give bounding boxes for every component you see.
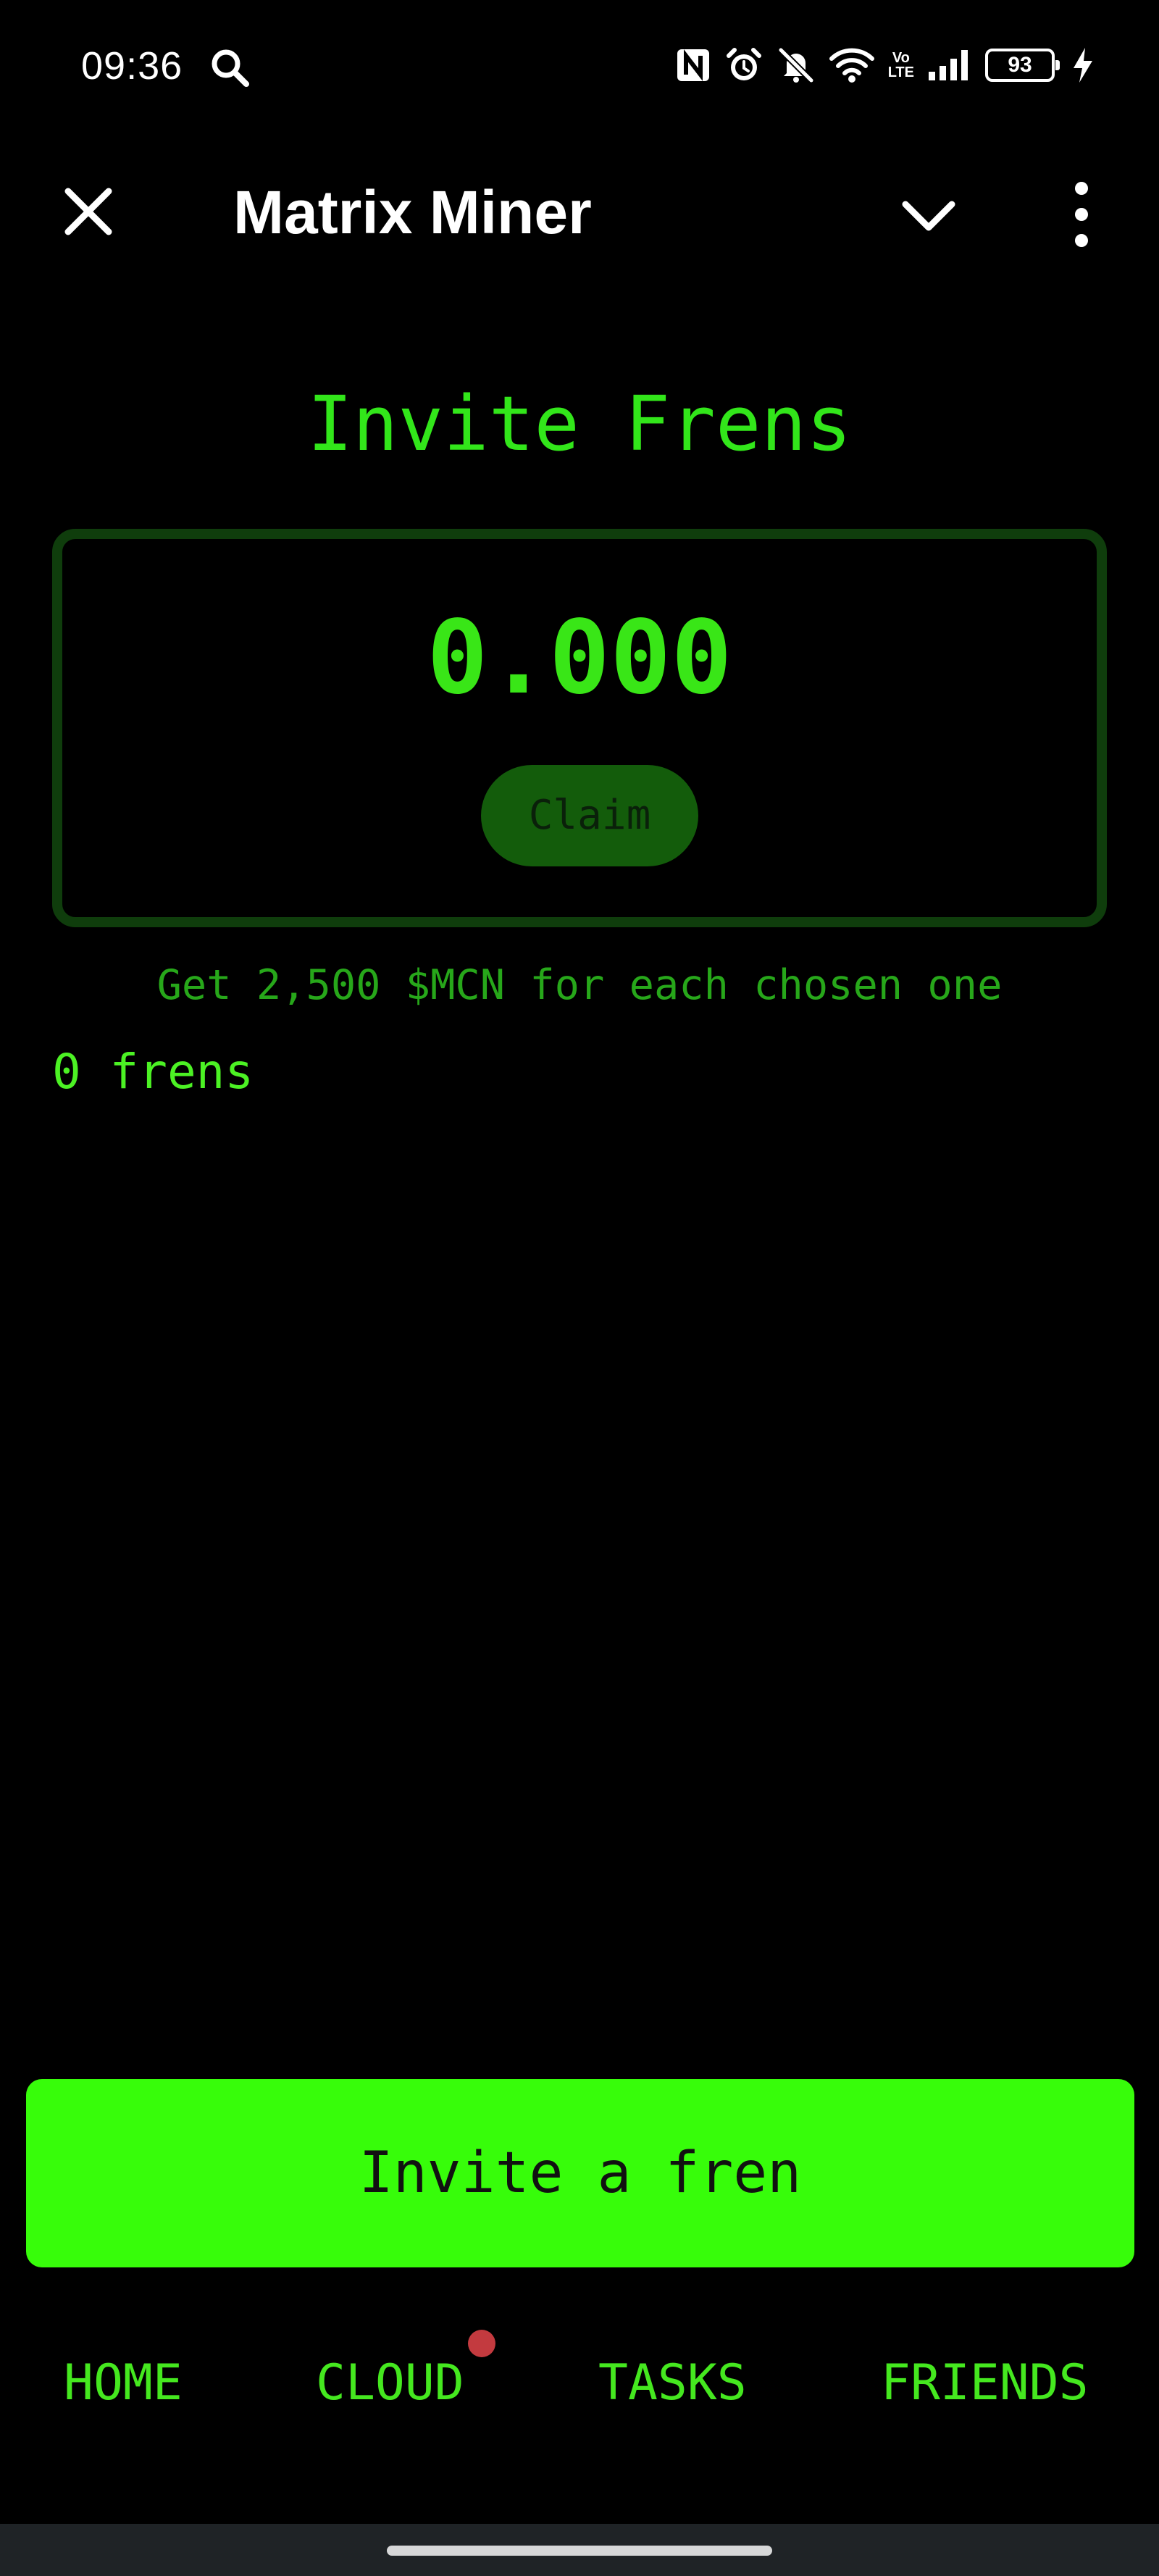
reward-note: Get 2,500 $MCN for each chosen one: [156, 961, 1003, 1009]
mute-icon: [778, 47, 813, 83]
notification-dot: [468, 2330, 495, 2357]
frens-count: 0 frens: [52, 1044, 254, 1100]
invite-fren-button[interactable]: Invite a fren: [26, 2079, 1134, 2267]
page-title: Invite Frens: [307, 380, 852, 468]
claim-amount: 0.000: [427, 599, 732, 717]
status-bar: 09:36 Vo LTE 93: [0, 0, 1159, 138]
nav-cloud[interactable]: CLOUD: [316, 2340, 464, 2427]
nav-home[interactable]: HOME: [64, 2340, 183, 2427]
charging-icon: [1074, 48, 1092, 83]
claim-card: 0.000 Claim: [52, 529, 1107, 927]
battery-level: 93: [1008, 53, 1032, 77]
signal-icon: [929, 50, 968, 80]
claim-button[interactable]: Claim: [481, 765, 698, 866]
status-icons: Vo LTE 93: [675, 43, 1094, 87]
search-icon: [212, 49, 249, 87]
status-time: 09:36: [81, 44, 183, 88]
app-header: Matrix Miner: [0, 145, 1159, 275]
more-vertical-icon[interactable]: [1056, 178, 1107, 251]
bottom-nav: HOME CLOUD TASKS FRIENDS: [0, 2340, 1159, 2427]
battery-icon: 93: [985, 49, 1060, 82]
alarm-icon: [726, 48, 761, 80]
volte-icon: Vo LTE: [887, 50, 914, 80]
system-nav-bar: [0, 2524, 1159, 2576]
nfc-icon: [677, 49, 709, 81]
nav-tasks[interactable]: TASKS: [598, 2340, 747, 2427]
wifi-icon: [829, 48, 874, 83]
nav-friends[interactable]: FRIENDS: [881, 2340, 1089, 2427]
home-indicator[interactable]: [387, 2546, 772, 2556]
close-icon[interactable]: [58, 181, 119, 242]
chevron-down-icon[interactable]: [898, 185, 959, 246]
app-title: Matrix Miner: [233, 178, 592, 246]
